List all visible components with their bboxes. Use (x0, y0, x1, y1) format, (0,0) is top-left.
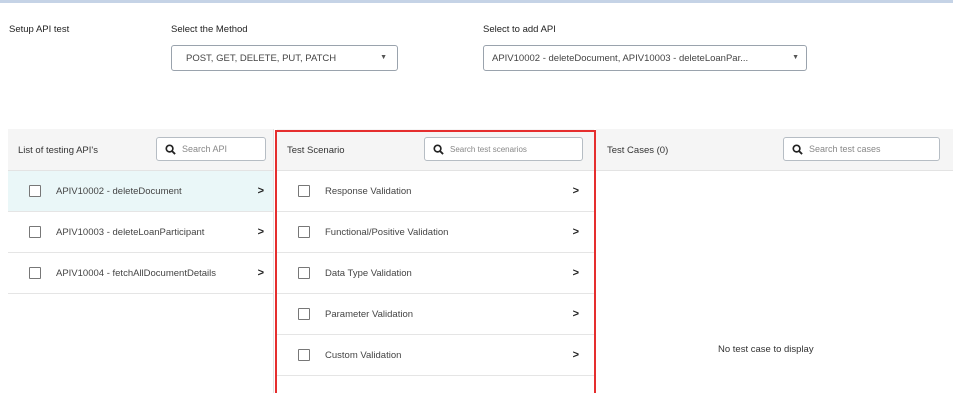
scenario-list-item[interactable]: Functional/Positive Validation > (277, 212, 594, 253)
api-list-item[interactable]: APIV10004 - fetchAllDocumentDetails > (8, 253, 273, 294)
scenario-item-label: Response Validation (325, 185, 412, 197)
chevron-right-icon[interactable]: > (573, 267, 579, 279)
scenario-item-label: Functional/Positive Validation (325, 226, 449, 238)
scenario-search-input[interactable]: Search test scenarios (424, 137, 583, 161)
test-cases-panel: Test Cases (0) Search test cases No test… (596, 129, 953, 393)
chevron-right-icon[interactable]: > (573, 226, 579, 238)
scenario-list-item[interactable]: Data Type Validation > (277, 253, 594, 294)
api-list-panel: List of testing API's Search API APIV100… (8, 129, 274, 393)
checkbox-icon[interactable] (298, 185, 310, 197)
chevron-right-icon[interactable]: > (258, 226, 264, 238)
chevron-right-icon[interactable]: > (573, 308, 579, 320)
search-icon (792, 143, 803, 155)
chevron-right-icon[interactable]: > (258, 185, 264, 197)
method-select[interactable]: POST, GET, DELETE, PUT, PATCH ▼ (171, 45, 398, 71)
scenario-list-item[interactable]: Custom Validation > (277, 335, 594, 376)
scenario-list-item[interactable]: Response Validation > (277, 171, 594, 212)
method-select-value: POST, GET, DELETE, PUT, PATCH (186, 52, 337, 64)
scenario-item-label: Custom Validation (325, 349, 402, 361)
top-divider (0, 0, 953, 3)
checkbox-icon[interactable] (29, 226, 41, 238)
api-list-title: List of testing API's (18, 145, 98, 156)
checkbox-icon[interactable] (298, 308, 310, 320)
test-scenario-title: Test Scenario (287, 145, 345, 156)
test-cases-search-input[interactable]: Search test cases (783, 137, 940, 161)
checkbox-icon[interactable] (298, 226, 310, 238)
api-select[interactable]: APIV10002 - deleteDocument, APIV10003 - … (483, 45, 807, 71)
scenario-list-item[interactable]: Parameter Validation > (277, 294, 594, 335)
test-scenario-header: Test Scenario Search test scenarios (277, 129, 594, 171)
empty-state-text: No test case to display (718, 344, 814, 355)
search-icon (433, 143, 444, 155)
method-label: Select the Method (171, 24, 248, 35)
chevron-right-icon[interactable]: > (573, 349, 579, 361)
api-list-item[interactable]: APIV10003 - deleteLoanParticipant > (8, 212, 273, 253)
api-list-header: List of testing API's Search API (8, 129, 273, 171)
checkbox-icon[interactable] (29, 185, 41, 197)
chevron-right-icon[interactable]: > (258, 267, 264, 279)
test-cases-search-placeholder: Search test cases (809, 144, 881, 154)
caret-down-icon: ▼ (792, 54, 799, 61)
checkbox-icon[interactable] (298, 349, 310, 361)
api-label: Select to add API (483, 24, 556, 35)
scenario-item-label: Data Type Validation (325, 267, 412, 279)
api-search-placeholder: Search API (182, 144, 228, 154)
api-item-label: APIV10004 - fetchAllDocumentDetails (56, 267, 216, 279)
setup-label: Setup API test (9, 24, 70, 35)
checkbox-icon[interactable] (29, 267, 41, 279)
test-scenario-panel: Test Scenario Search test scenarios Resp… (277, 129, 594, 393)
search-icon (165, 143, 176, 155)
api-select-value: APIV10002 - deleteDocument, APIV10003 - … (492, 52, 749, 64)
api-search-input[interactable]: Search API (156, 137, 266, 161)
api-list-item[interactable]: APIV10002 - deleteDocument > (8, 171, 273, 212)
chevron-right-icon[interactable]: > (573, 185, 579, 197)
scenario-item-label: Parameter Validation (325, 308, 414, 320)
test-cases-header: Test Cases (0) Search test cases (596, 129, 953, 171)
api-item-label: APIV10003 - deleteLoanParticipant (56, 226, 205, 238)
caret-down-icon: ▼ (380, 54, 387, 61)
checkbox-icon[interactable] (298, 267, 310, 279)
api-item-label: APIV10002 - deleteDocument (56, 185, 182, 197)
test-cases-title: Test Cases (0) (607, 145, 669, 156)
scenario-search-placeholder: Search test scenarios (450, 144, 527, 154)
